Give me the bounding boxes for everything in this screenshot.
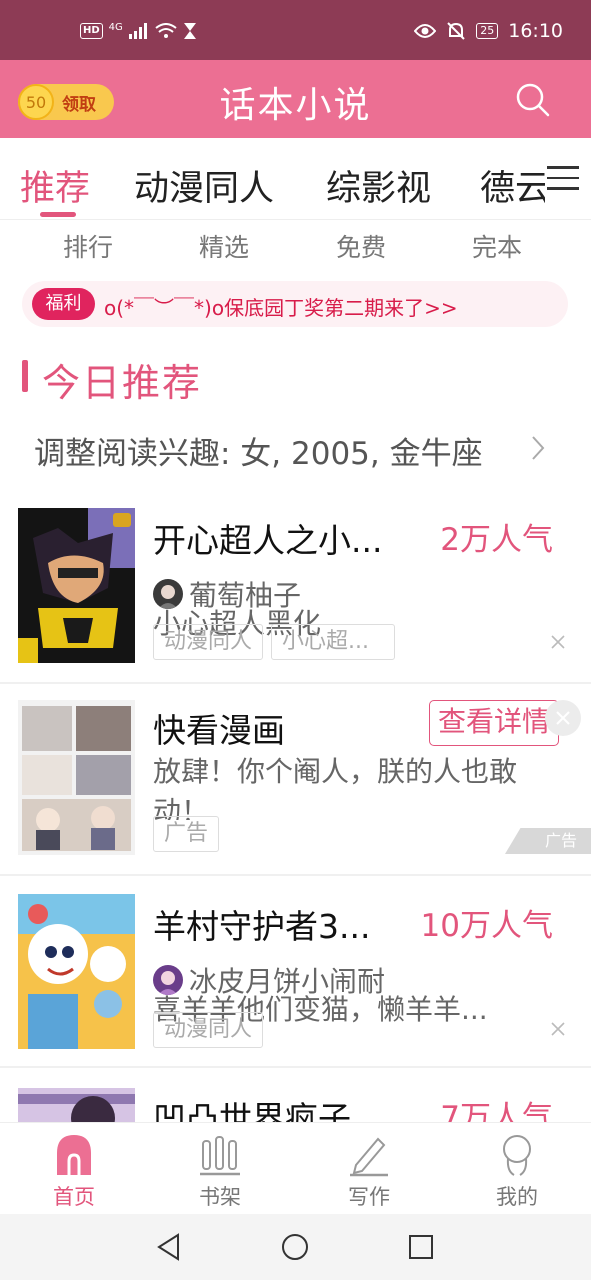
- subtab-free[interactable]: 免费: [336, 228, 386, 264]
- back-icon[interactable]: [154, 1232, 184, 1262]
- tag[interactable]: 小心超...: [271, 624, 396, 660]
- view-details-button[interactable]: 查看详情: [429, 700, 559, 746]
- hourglass-icon: [183, 23, 196, 39]
- app-header: 50 领取 话本小说: [0, 60, 591, 138]
- tabs-scroll: 推荐 动漫同人 综影视 德云: [0, 138, 545, 220]
- cover-art-icon: [18, 894, 135, 1049]
- welfare-badge: 福利: [32, 288, 95, 320]
- nav-label: 书架: [199, 1185, 241, 1209]
- status-bar: HD 4G 25 16:10: [0, 0, 591, 60]
- menu-icon[interactable]: [547, 166, 579, 194]
- network-label: 4G: [108, 21, 123, 33]
- home-circle-icon[interactable]: [280, 1232, 310, 1262]
- category-tabs: 推荐 动漫同人 综影视 德云: [0, 138, 591, 220]
- wifi-icon: [155, 23, 177, 38]
- subtab-ranking[interactable]: 排行: [63, 228, 113, 264]
- sub-tabs: 排行 精选 免费 完本: [0, 222, 591, 270]
- ad-description: 放肆！你个阉人，朕的人也敢动！: [153, 755, 518, 820]
- list-item[interactable]: 开心超人之小... 2万人气 葡萄柚子 小心超人黑化 动漫同人 小心超...: [0, 500, 591, 682]
- nav-bookshelf[interactable]: 书架: [180, 1131, 260, 1211]
- active-tab-indicator: [40, 212, 76, 217]
- recents-icon[interactable]: [406, 1232, 436, 1262]
- tab-deyun[interactable]: 德云: [480, 160, 545, 211]
- tag[interactable]: 动漫同人: [153, 624, 264, 660]
- popularity-count: 2万人气: [440, 522, 553, 558]
- close-icon: [556, 711, 570, 725]
- nav-label: 首页: [53, 1185, 95, 1209]
- cover-art-icon: [18, 508, 135, 663]
- close-icon[interactable]: [551, 1022, 565, 1036]
- list-item[interactable]: 羊村守护者3... 10万人气 冰皮月饼小闹耐 喜羊羊他们变猫，懒羊羊... 动…: [0, 876, 591, 1066]
- section-accent-bar: [22, 360, 28, 392]
- section-title: 今日推荐: [42, 361, 203, 405]
- bookshelf-icon: [200, 1136, 240, 1176]
- ad-title: 快看漫画: [153, 711, 285, 750]
- eye-icon: [414, 24, 437, 38]
- book-cover[interactable]: [18, 508, 135, 663]
- status-left: HD 4G: [80, 22, 197, 40]
- subtab-featured[interactable]: 精选: [199, 228, 249, 264]
- comic-panel-icon: [18, 700, 135, 855]
- book-cover[interactable]: [18, 1088, 135, 1122]
- book-cover[interactable]: [18, 894, 135, 1049]
- ad-tag-list: 广告: [153, 816, 220, 852]
- hd-badge: HD: [80, 23, 103, 39]
- popularity-count: 10万人气: [420, 908, 553, 944]
- item-title: 开心超人之小...: [153, 521, 383, 560]
- signal-icon: [128, 23, 147, 39]
- chevron-right-icon[interactable]: [530, 434, 546, 462]
- tag[interactable]: 动漫同人: [153, 1012, 264, 1048]
- close-icon[interactable]: [551, 635, 565, 649]
- tab-anime-fan[interactable]: 动漫同人: [134, 160, 274, 211]
- clock: 16:10: [508, 20, 563, 42]
- battery-icon: 25: [476, 23, 499, 39]
- ad-close-button[interactable]: [545, 700, 581, 736]
- system-navigation-bar: [0, 1214, 591, 1280]
- app-title: 话本小说: [219, 85, 372, 126]
- pencil-icon: [350, 1137, 388, 1177]
- tag-list: 动漫同人: [153, 1012, 264, 1048]
- list-item[interactable]: 凹凸世界疯子 7万人气: [0, 1068, 591, 1122]
- item-title: 羊村守护者3...: [153, 907, 371, 946]
- tag-list: 动漫同人 小心超...: [153, 624, 396, 660]
- ad-tag: 广告: [153, 816, 220, 852]
- status-right: 25 16:10: [414, 20, 563, 42]
- tab-recommend[interactable]: 推荐: [20, 160, 90, 211]
- nav-label: 写作: [348, 1185, 390, 1209]
- ad-cover[interactable]: [18, 700, 135, 855]
- tab-film-tv[interactable]: 综影视: [326, 160, 431, 211]
- item-title: 凹凸世界疯子: [153, 1099, 351, 1122]
- bottom-navigation: 首页 书架 写作 我的: [0, 1122, 591, 1214]
- nav-profile[interactable]: 我的: [477, 1131, 557, 1211]
- subtab-completed[interactable]: 完本: [472, 228, 522, 264]
- home-icon: [57, 1135, 91, 1175]
- welfare-banner[interactable]: 福利 o(*￣︶￣*)o保底园丁奖第二期来了>>: [22, 281, 568, 327]
- popularity-count: 7万人气: [440, 1100, 553, 1122]
- banner-text: o(*￣︶￣*)o保底园丁奖第二期来了>>: [104, 296, 458, 320]
- search-icon[interactable]: [515, 82, 551, 118]
- cover-art-icon: [18, 1088, 135, 1122]
- nav-home[interactable]: 首页: [34, 1131, 114, 1211]
- nav-write[interactable]: 写作: [329, 1131, 409, 1211]
- adjust-interest-link[interactable]: 调整阅读兴趣: 女, 2005, 金牛座: [34, 428, 483, 473]
- mute-bell-icon: [447, 22, 465, 40]
- profile-icon: [503, 1135, 531, 1176]
- nav-label: 我的: [496, 1185, 538, 1209]
